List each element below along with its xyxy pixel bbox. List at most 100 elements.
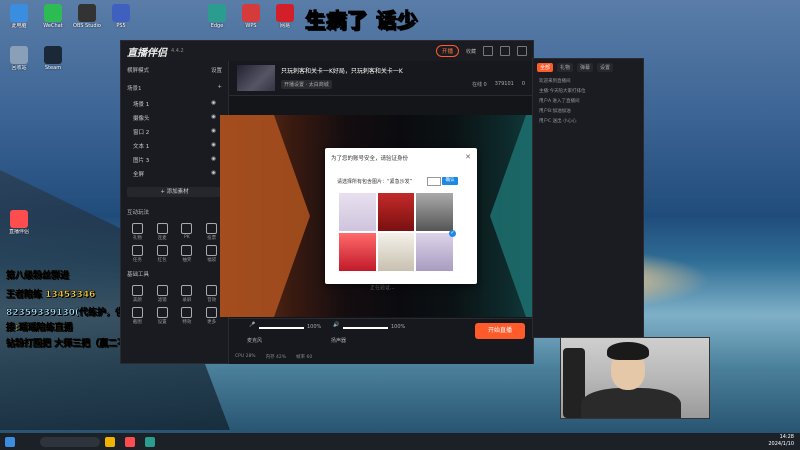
system-clock[interactable]: 14:28 2024/1/10	[768, 434, 794, 448]
promo-line: 82359339130(代练护，省天)	[6, 308, 138, 318]
tool-button[interactable]: 投票	[201, 223, 222, 241]
tool-button[interactable]: PK	[177, 223, 198, 241]
desktop-icon[interactable]: Edge	[200, 4, 234, 29]
eye-icon[interactable]: ◉	[211, 100, 216, 108]
eye-icon[interactable]: ◉	[211, 142, 216, 150]
preview-chevron-left	[220, 115, 310, 317]
scene-label: 摄像头	[133, 116, 150, 122]
start-live-pill[interactable]: 开播	[435, 45, 459, 57]
captcha-image-grid: ✓	[339, 193, 456, 271]
tool-button[interactable]: 红包	[152, 245, 173, 263]
tool-button[interactable]: 任务	[127, 245, 148, 263]
interactive-tools: 礼物 连麦 PK 投票任务 红包 抽奖 福袋	[121, 221, 228, 265]
tool-button[interactable]: 更多	[201, 307, 222, 325]
desktop-icon[interactable]: PS5	[104, 4, 138, 29]
tool-button[interactable]: 音效	[201, 285, 222, 303]
maximize-icon[interactable]	[500, 46, 510, 56]
file-explorer-icon[interactable]	[105, 436, 115, 447]
tool-button[interactable]: 福袋	[201, 245, 222, 263]
taskbar-search[interactable]	[40, 436, 100, 447]
tool-label: 设置	[157, 320, 167, 325]
taskbar: 14:28 2024/1/10	[0, 433, 800, 450]
speaker-volume-slider[interactable]	[343, 327, 388, 329]
start-streaming-button[interactable]: 开始直播	[475, 323, 525, 339]
close-icon[interactable]	[517, 46, 527, 56]
mic-volume-slider[interactable]	[259, 327, 304, 329]
scene-item[interactable]: 摄像头 ◉	[121, 111, 228, 125]
live-companion-taskbar-icon[interactable]	[125, 436, 135, 447]
webcam-overlay	[560, 337, 710, 419]
scene-item[interactable]: 全屏 ◉	[121, 167, 228, 181]
eye-icon[interactable]: ◉	[211, 128, 216, 136]
captcha-tile[interactable]	[339, 233, 376, 271]
tool-label: 连麦	[157, 236, 167, 241]
scene-label: 场景 1	[133, 102, 150, 108]
mic-label: 麦克风	[247, 338, 263, 344]
chat-tab[interactable]: 弹幕	[577, 63, 594, 72]
scene-label: 图片 3	[133, 158, 150, 164]
tool-label: 更多	[207, 320, 217, 325]
desktop-icon[interactable]: 直播伴侣	[2, 210, 36, 235]
minimize-icon[interactable]	[483, 46, 493, 56]
room-cover-thumbnail[interactable]	[237, 65, 275, 91]
add-scene-icon[interactable]: +	[217, 84, 222, 92]
mode-settings[interactable]: 设置	[211, 66, 222, 74]
tool-button[interactable]: 礼物	[127, 223, 148, 241]
interactive-header: 互动玩法	[121, 203, 228, 221]
speaker-icon[interactable]: 🔊	[333, 322, 339, 328]
tool-label: 特效	[182, 320, 192, 325]
scene-item[interactable]: 窗口 2 ◉	[121, 125, 228, 139]
captcha-tile-selected[interactable]: ✓	[416, 230, 456, 271]
desktop-icon[interactable]: WPS	[234, 4, 268, 29]
tool-button[interactable]: 截图	[127, 307, 148, 325]
captcha-confirm-button[interactable]: 确认	[442, 177, 458, 185]
favorites-link[interactable]: 收藏	[466, 48, 476, 55]
tool-button[interactable]: 录屏	[177, 285, 198, 303]
desktop-icon[interactable]: Steam	[36, 46, 70, 71]
desktop-icon[interactable]: 回收站	[2, 46, 36, 71]
desktop-icon-label: 回收站	[11, 65, 27, 71]
clock-date: 2024/1/10	[768, 441, 794, 447]
chat-tab[interactable]: 礼物	[557, 63, 574, 72]
captcha-tile[interactable]	[416, 193, 453, 231]
scene-item[interactable]: 场景 1 ◉	[121, 97, 228, 111]
captcha-tile[interactable]	[377, 233, 415, 271]
eye-icon[interactable]: ◉	[211, 114, 216, 122]
audio-control-bar: 🎤 100% 麦克风 🔊 100% 扬声器 开始直播 CPU 28% 内存 42%…	[229, 318, 533, 364]
desktop-icon[interactable]: 网易	[268, 4, 302, 29]
tool-button[interactable]: 抽奖	[177, 245, 198, 263]
desktop-icon[interactable]: 此电脑	[2, 4, 36, 29]
app-icon	[208, 4, 226, 22]
tool-button[interactable]: 设置	[152, 307, 173, 325]
speaker-label: 扬声器	[331, 338, 347, 344]
tool-button[interactable]: 滤镜	[152, 285, 173, 303]
edge-taskbar-icon[interactable]	[145, 436, 155, 447]
room-title[interactable]: 只玩刺客和关卡一K好局，只玩刺客和关卡一K	[281, 66, 403, 75]
chat-message: 用户C 送出 小心心	[539, 119, 577, 124]
eye-icon[interactable]: ◉	[211, 170, 216, 178]
captcha-tile[interactable]	[377, 193, 415, 231]
tool-icon	[131, 223, 143, 234]
chat-tab[interactable]: 设置	[597, 63, 614, 72]
tool-button[interactable]: 美颜	[127, 285, 148, 303]
speaker-volume-pct: 100%	[391, 324, 406, 330]
chat-tab[interactable]: 全部	[537, 63, 554, 72]
eye-icon[interactable]: ◉	[211, 156, 216, 164]
captcha-refresh-button[interactable]	[427, 177, 441, 186]
close-icon[interactable]: ✕	[465, 153, 471, 161]
chat-message: 主播:今天陪大家打排位	[539, 89, 586, 94]
desktop-icon[interactable]: OBS Studio	[70, 4, 104, 29]
captcha-tile[interactable]	[339, 193, 376, 231]
tool-button[interactable]: 连麦	[152, 223, 173, 241]
room-stat: 在线 0	[471, 82, 487, 88]
desktop-icon[interactable]: WeChat	[36, 4, 70, 29]
add-source-button[interactable]: + 添加素材	[127, 187, 222, 197]
scene-item[interactable]: 图片 3 ◉	[121, 153, 228, 167]
start-icon[interactable]	[5, 436, 15, 447]
tool-button[interactable]: 特效	[177, 307, 198, 325]
mic-icon[interactable]: 🎤	[249, 322, 255, 328]
mode-label[interactable]: 横屏模式	[127, 66, 149, 74]
desktop-icon-label: 网易	[279, 23, 290, 29]
room-settings[interactable]: 开播设置 · 太白商城	[281, 80, 332, 89]
scene-item[interactable]: 文本 1 ◉	[121, 139, 228, 153]
